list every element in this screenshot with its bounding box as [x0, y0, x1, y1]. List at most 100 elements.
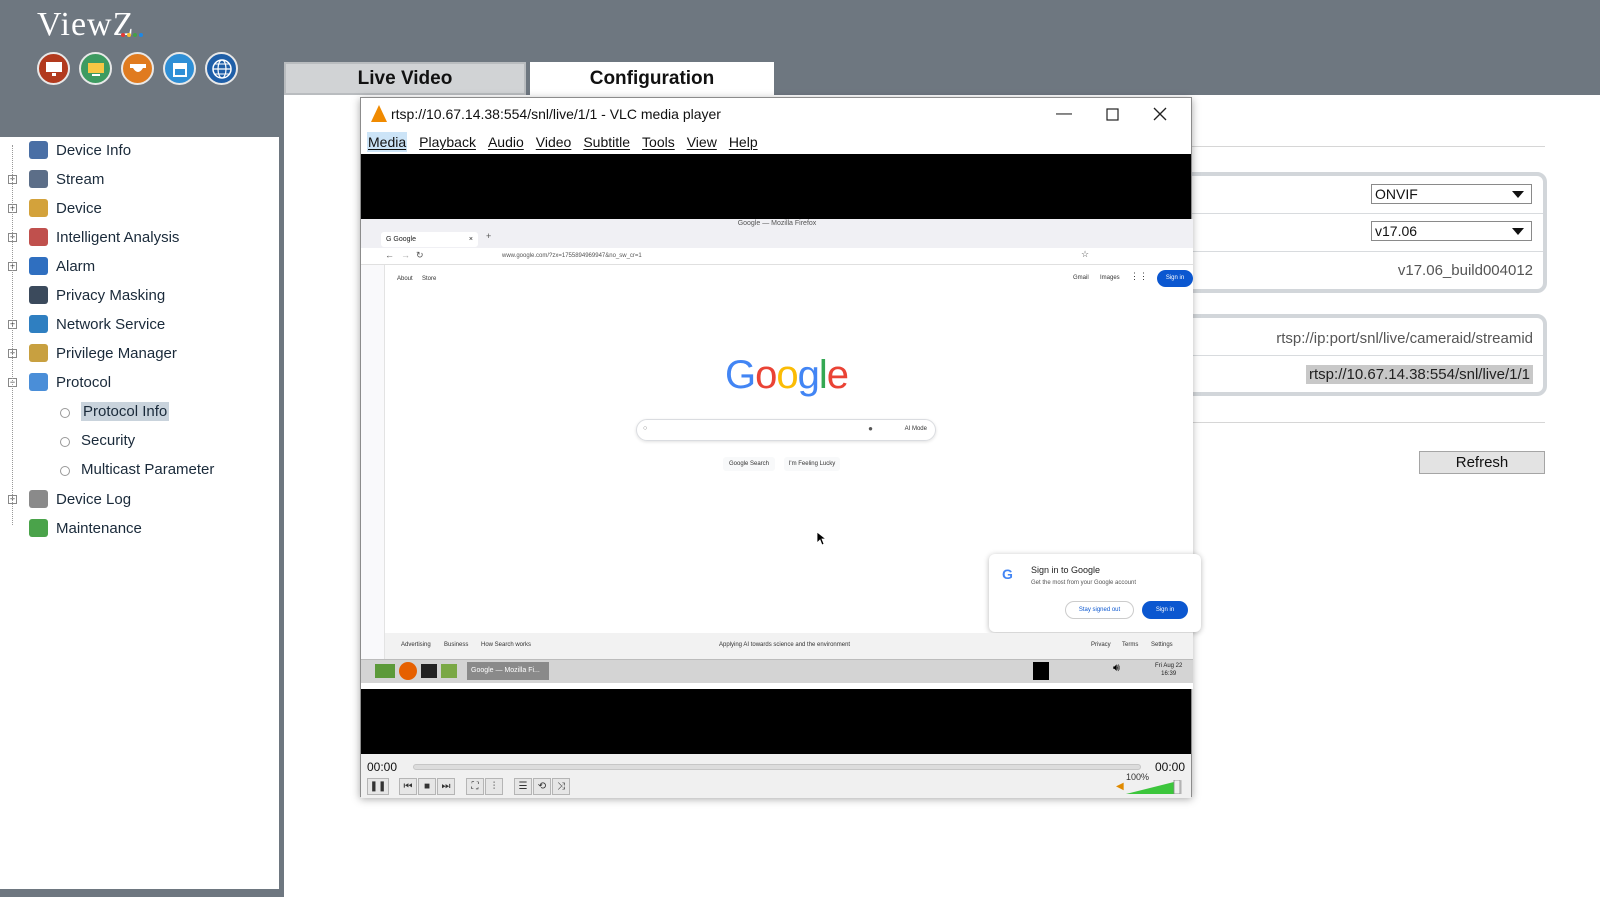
volume-slider[interactable]: ◀ 100% — [1116, 772, 1182, 794]
divider — [1192, 422, 1545, 423]
seek-bar[interactable] — [413, 764, 1141, 770]
new-tab-icon[interactable]: + — [486, 231, 491, 241]
pause-icon[interactable]: ❚❚ — [367, 778, 389, 795]
time-elapsed: 00:00 — [367, 760, 398, 774]
back-icon[interactable]: ← — [385, 250, 394, 260]
sidebar-item-device-info[interactable]: Device Info — [29, 138, 131, 162]
popup-title: Sign in to Google — [1031, 565, 1101, 575]
storefront-icon[interactable] — [163, 52, 196, 85]
ai-mode-button[interactable]: AI Mode — [905, 426, 927, 432]
files-icon[interactable] — [441, 664, 457, 678]
firefox-url-bar[interactable]: www.google.com/?zx=1755894969947&no_sw_c… — [478, 250, 1076, 263]
footer-settings[interactable]: Settings — [1151, 642, 1173, 648]
vlc-menu-help[interactable]: Help — [729, 134, 758, 150]
sidebar-item-intelligent-analysis[interactable]: Intelligent Analysis — [29, 225, 179, 249]
taskbar-task-firefox[interactable]: Google — Mozilla Fi... — [467, 662, 549, 680]
vlc-menu-tools[interactable]: Tools — [642, 134, 675, 150]
volume-icon[interactable]: 🔊︎ — [1113, 662, 1120, 675]
vlc-menu-video[interactable]: Video — [536, 134, 572, 150]
sidebar-item-protocol[interactable]: Protocol — [29, 370, 111, 394]
sidebar-item-label: Protocol — [56, 373, 112, 391]
signin-popup: G Sign in to Google Get the most from yo… — [989, 554, 1201, 632]
equalizer-icon[interactable]: ⫶ — [485, 778, 503, 795]
gmail-link[interactable]: Gmail — [1073, 275, 1089, 281]
fullscreen-icon[interactable]: ⛶ — [466, 778, 484, 795]
close-icon[interactable] — [1149, 103, 1171, 125]
stop-icon[interactable]: ■ — [418, 778, 436, 795]
protocol-select[interactable]: ONVIF — [1371, 184, 1532, 204]
playlist-icon[interactable]: ☰ — [514, 778, 532, 795]
maximize-icon[interactable] — [1101, 103, 1123, 125]
firefox-icon[interactable] — [399, 662, 417, 680]
sidebar-subitem-protocol-info[interactable]: Protocol Info — [60, 399, 170, 423]
reload-icon[interactable]: ↻ — [416, 250, 424, 261]
rtsp-format: rtsp://ip:port/snl/live/cameraid/streami… — [1276, 330, 1533, 347]
apps-grid-icon[interactable]: ⋮⋮ — [1130, 271, 1148, 282]
sidebar-item-privilege-manager[interactable]: Privilege Manager — [29, 341, 177, 365]
sidebar-item-network-service[interactable]: Network Service — [29, 312, 165, 336]
sidebar-subitem-multicast-parameter[interactable]: Multicast Parameter — [60, 457, 214, 481]
vlc-menu-subtitle[interactable]: Subtitle — [583, 134, 630, 150]
forward-icon[interactable]: → — [401, 250, 410, 260]
refresh-button[interactable]: Refresh — [1419, 451, 1545, 474]
feeling-lucky-button[interactable]: I'm Feeling Lucky — [784, 457, 840, 471]
sidebar-item-label: Privilege Manager — [56, 344, 177, 362]
stream-icon — [29, 170, 48, 188]
firefox-tab[interactable]: G Google × — [381, 232, 478, 247]
version-select[interactable]: v17.06 — [1371, 221, 1532, 241]
store-link[interactable]: Store — [422, 276, 436, 282]
footer-advertising[interactable]: Advertising — [401, 642, 431, 648]
minimize-icon[interactable]: — — [1053, 103, 1075, 125]
protocol-icon — [29, 373, 48, 391]
header-icons — [37, 52, 238, 85]
vlc-menu-playback[interactable]: Playback — [419, 134, 476, 150]
speaker-icon[interactable]: ◀ — [1116, 781, 1124, 792]
popup-signin-button[interactable]: Sign in — [1142, 601, 1188, 619]
vlc-menu-view[interactable]: View — [687, 134, 717, 150]
google-search-box[interactable]: ○ ● AI Mode — [636, 419, 936, 441]
sidebar-item-device[interactable]: Device — [29, 196, 102, 220]
globe-icon[interactable] — [205, 52, 238, 85]
rtsp-url[interactable]: rtsp://10.67.14.38:554/snl/live/1/1 — [1306, 365, 1533, 384]
footer-terms[interactable]: Terms — [1122, 642, 1138, 648]
previous-icon[interactable]: ⏮︎ — [399, 778, 417, 795]
vlc-menu-audio[interactable]: Audio — [488, 134, 524, 150]
stay-signed-out-button[interactable]: Stay signed out — [1065, 601, 1134, 619]
terminal-icon[interactable] — [375, 664, 395, 678]
camera-dome-icon[interactable] — [121, 52, 154, 85]
images-link[interactable]: Images — [1100, 275, 1120, 281]
sidebar-item-privacy-masking[interactable]: Privacy Masking — [29, 283, 165, 307]
footer-business[interactable]: Business — [444, 642, 468, 648]
sidebar-item-device-log[interactable]: Device Log — [29, 487, 131, 511]
mouse-cursor-icon — [817, 532, 827, 545]
vlc-video-area[interactable]: Google — Mozilla Firefox G Google × + ← →… — [361, 154, 1201, 754]
vlc-titlebar[interactable]: rtsp://10.67.14.38:554/snl/live/1/1 - VL… — [361, 98, 1191, 130]
footer-how-search[interactable]: How Search works — [481, 642, 531, 648]
tab-live-video[interactable]: Live Video — [284, 62, 526, 95]
shuffle-icon[interactable]: ⤨ — [552, 778, 570, 795]
display-icon[interactable] — [79, 52, 112, 85]
google-signin-button[interactable]: Sign in — [1157, 270, 1193, 287]
sidebar-item-maintenance[interactable]: Maintenance — [29, 516, 142, 540]
time-total: 00:00 — [1154, 760, 1185, 774]
footer-privacy[interactable]: Privacy — [1091, 642, 1111, 648]
mic-icon[interactable]: ● — [868, 424, 873, 433]
next-icon[interactable]: ⏭︎ — [437, 778, 455, 795]
sidebar-subitem-label: Multicast Parameter — [81, 460, 215, 478]
sidebar-item-alarm[interactable]: Alarm — [29, 254, 95, 278]
about-link[interactable]: About — [397, 276, 413, 282]
close-icon[interactable]: × — [469, 232, 473, 247]
sidebar-subitem-security[interactable]: Security — [60, 428, 135, 452]
tab-configuration[interactable]: Configuration — [530, 62, 774, 95]
loop-icon[interactable]: ⟲ — [533, 778, 551, 795]
footer-center[interactable]: Applying AI towards science and the envi… — [719, 642, 850, 648]
monitor-icon[interactable] — [37, 52, 70, 85]
sidebar-item-stream[interactable]: Stream — [29, 167, 104, 191]
google-search-button[interactable]: Google Search — [723, 457, 775, 471]
console-icon[interactable] — [421, 664, 437, 678]
document-icon — [29, 141, 48, 159]
star-icon[interactable]: ☆ — [1081, 249, 1089, 260]
vlc-window: rtsp://10.67.14.38:554/snl/live/1/1 - VL… — [360, 97, 1201, 798]
sidebar-bottom — [0, 889, 284, 897]
vlc-menu-media[interactable]: Media — [367, 132, 408, 152]
